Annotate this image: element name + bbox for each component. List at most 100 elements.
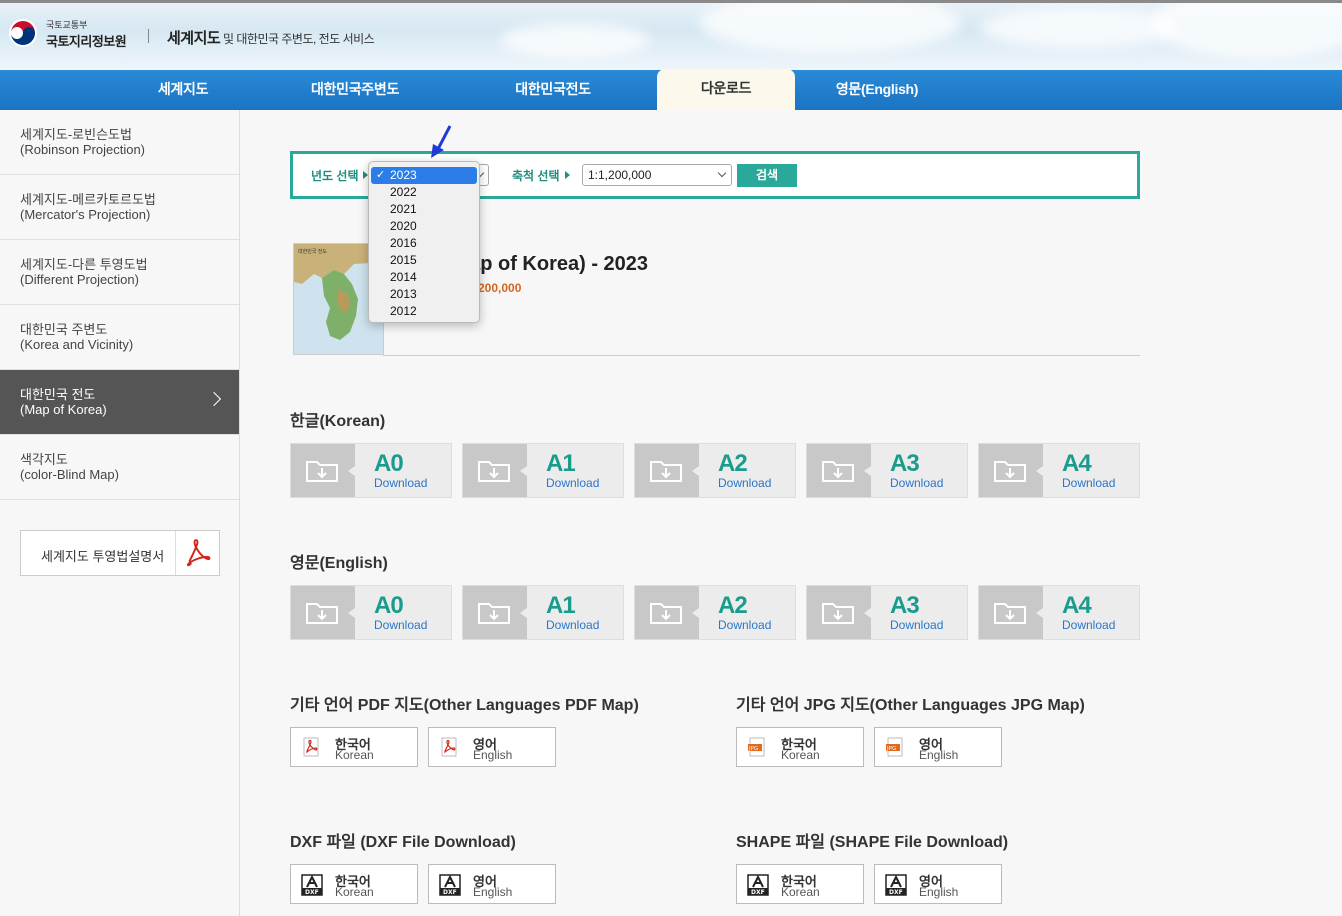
dxf-icon: DXF [301,874,323,896]
nav-korea-map[interactable]: 대한민국전도 [488,70,618,110]
year-option[interactable]: ✓ 2023 [371,167,477,184]
sidebar: 세계지도-로빈슨도법 (Robinson Projection) 세계지도-메르… [0,110,240,916]
section-title-korean: 한글(Korean) [290,413,386,430]
service-title: 세계지도 [167,30,221,47]
section-title-shape: SHAPE 파일 (SHAPE File Download) [736,834,1009,851]
site-header: 국토교통부 국토지리정보원 세계지도 및 대한민국 주변도, 전도 서비스 [0,0,1342,70]
svg-text:JPG: JPG [886,746,896,752]
download-korean-button[interactable]: A4 Download [978,443,1140,498]
sidebar-item-label: 색각지도 [20,452,68,467]
folder-download-icon [807,444,871,497]
language-sublabel: English [473,748,513,762]
dxf-icon: DXF [747,874,769,896]
paper-size-label: A1 [546,450,576,477]
other-jpg-english-button[interactable]: JPG 영어 English [874,727,1002,767]
scale-select-value: 1:1,200,000 [588,168,652,182]
download-label: Download [718,476,772,490]
checkmark-icon: ✓ [376,169,386,181]
org-name[interactable]: 국토지리정보원 [46,31,127,50]
svg-text:DXF: DXF [751,889,765,896]
download-label: Download [890,476,944,490]
dxf-icon: DXF [885,874,907,896]
sidebar-item-korea-vicinity[interactable]: 대한민국 주변도 (Korea and Vicinity) [0,305,239,370]
projection-guide-button[interactable]: 세계지도 투영법설명서 [20,530,220,576]
download-english-button[interactable]: A1 Download [462,585,624,640]
svg-text:DXF: DXF [305,889,319,896]
sidebar-item-label: 대한민국 전도 [20,387,96,402]
download-english-button[interactable]: A2 Download [634,585,796,640]
other-pdf-korean-button[interactable]: 한국어 Korean [290,727,418,767]
paper-size-label: A3 [890,592,920,619]
sidebar-item-sublabel: (Robinson Projection) [20,142,146,157]
folder-download-icon [979,586,1043,639]
download-english-button[interactable]: A0 Download [290,585,452,640]
year-option[interactable]: 2022 [369,184,479,201]
dxf-english-button[interactable]: DXF 영어 English [428,864,556,904]
download-english-button[interactable]: A4 Download [978,585,1140,640]
nav-english[interactable]: 영문(English) [812,70,942,110]
shape-english-button[interactable]: DXF 영어 English [874,864,1002,904]
other-pdf-english-button[interactable]: 영어 English [428,727,556,767]
chevron-down-icon [717,168,727,178]
shape-korean-button[interactable]: DXF 한국어 Korean [736,864,864,904]
folder-download-icon [979,444,1043,497]
nav-korea-vicinity[interactable]: 대한민국주변도 [290,70,420,110]
folder-download-icon [291,444,355,497]
thumbnail-caption: 대한민국 전도 [298,248,327,255]
year-option[interactable]: 2012 [369,303,479,320]
download-label: Download [890,618,944,632]
download-korean-button[interactable]: A3 Download [806,443,968,498]
year-option[interactable]: 2020 [369,218,479,235]
download-label: Download [374,476,428,490]
header-divider [148,29,149,43]
section-title-dxf: DXF 파일 (DXF File Download) [290,834,516,851]
language-sublabel: English [473,885,513,899]
paper-size-label: A4 [1062,450,1092,477]
sidebar-item-mercator[interactable]: 세계지도-메르카토르도법 (Mercator's Projection) [0,175,239,240]
sidebar-item-different[interactable]: 세계지도-다른 투영도법 (Different Projection) [0,240,239,305]
paper-size-label: A3 [890,450,920,477]
scale-select[interactable]: 1:1,200,000 [582,164,732,186]
folder-download-icon [635,586,699,639]
download-korean-button[interactable]: A0 Download [290,443,452,498]
section-title-other-jpg: 기타 언어 JPG 지도(Other Languages JPG Map) [736,697,1085,714]
dxf-korean-button[interactable]: DXF 한국어 Korean [290,864,418,904]
download-label: Download [546,618,600,632]
other-jpg-korean-button[interactable]: JPG 한국어 Korean [736,727,864,767]
year-option[interactable]: 2015 [369,252,479,269]
download-label: Download [718,618,772,632]
nav-world-map[interactable]: 세계지도 [118,70,248,110]
sidebar-item-label: 세계지도-로빈슨도법 [20,127,132,142]
section-title-other-pdf: 기타 언어 PDF 지도(Other Languages PDF Map) [290,697,639,714]
language-sublabel: Korean [781,748,820,762]
download-label: Download [374,618,428,632]
dxf-icon: DXF [439,874,461,896]
download-korean-button[interactable]: A1 Download [462,443,624,498]
search-button[interactable]: 검색 [737,164,797,187]
language-sublabel: English [919,748,959,762]
year-option[interactable]: 2013 [369,286,479,303]
download-korean-button[interactable]: A2 Download [634,443,796,498]
sidebar-item-korea-map[interactable]: 대한민국 전도 (Map of Korea) [0,370,239,435]
ministry-name: 국토교통부 [46,20,88,30]
language-sublabel: Korean [335,885,374,899]
download-english-button[interactable]: A3 Download [806,585,968,640]
sidebar-item-sublabel: (Map of Korea) [20,402,107,417]
year-option[interactable]: 2016 [369,235,479,252]
triangle-right-icon [565,171,570,179]
folder-download-icon [291,586,355,639]
government-emblem-icon[interactable] [8,18,38,48]
paper-size-label: A0 [374,450,404,477]
sidebar-item-color-blind[interactable]: 색각지도 (color-Blind Map) [0,435,239,500]
sidebar-item-robinson[interactable]: 세계지도-로빈슨도법 (Robinson Projection) [0,110,239,175]
year-option[interactable]: 2021 [369,201,479,218]
language-sublabel: Korean [781,885,820,899]
language-sublabel: Korean [335,748,374,762]
sidebar-item-sublabel: (color-Blind Map) [20,467,119,482]
projection-guide-label: 세계지도 투영법설명서 [41,549,165,564]
year-option[interactable]: 2014 [369,269,479,286]
pdf-icon [301,737,321,757]
sidebar-item-label: 대한민국 주변도 [20,322,108,337]
nav-download[interactable]: 다운로드 [657,69,795,110]
svg-text:DXF: DXF [443,889,457,896]
